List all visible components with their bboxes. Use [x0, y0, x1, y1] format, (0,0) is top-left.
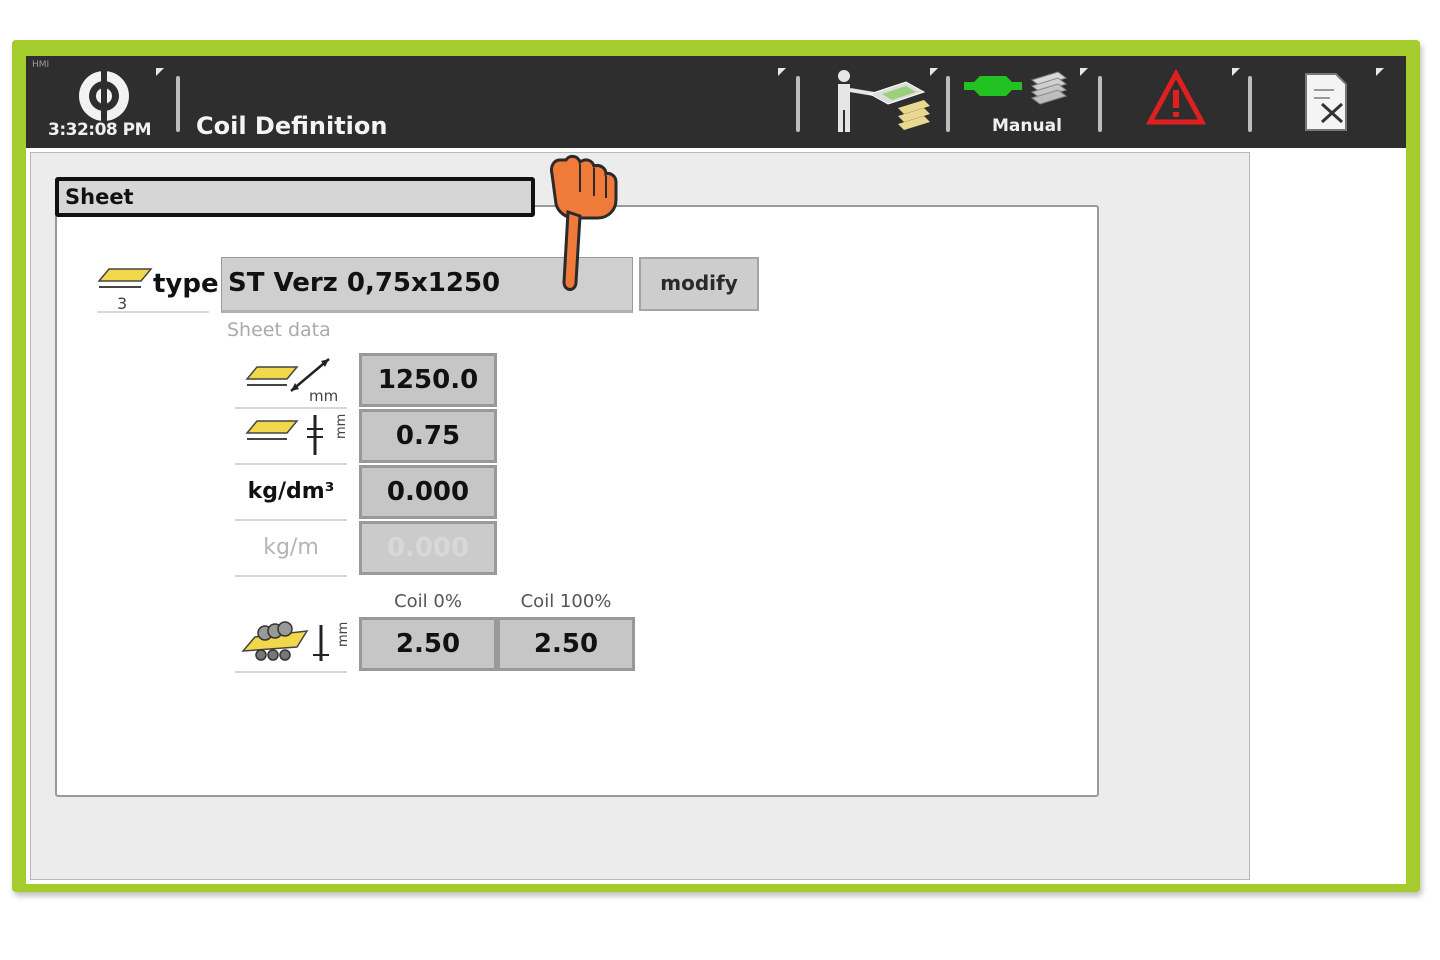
svg-text:mm: mm — [336, 622, 347, 647]
separator — [176, 76, 180, 132]
hmi-screen: HMI 3:32:08 PM Coil Definition Manual Sh… — [26, 56, 1406, 884]
row-divider — [235, 575, 347, 577]
page-title: Coil Definition — [196, 112, 388, 140]
top-bar: HMI 3:32:08 PM Coil Definition Manual — [26, 56, 1406, 148]
manual-mode-label: Manual — [992, 116, 1062, 136]
row-divider — [235, 463, 347, 465]
separator — [1098, 76, 1102, 132]
corner-mark — [156, 68, 164, 76]
clock-time: 3:32:08 PM — [48, 120, 152, 140]
exit-document-icon[interactable] — [1300, 64, 1354, 142]
corner-mark — [778, 68, 786, 76]
svg-text:mm: mm — [334, 414, 347, 439]
coil-100-value[interactable]: 2.50 — [497, 617, 635, 671]
density-unit-label: kg/dm³ — [247, 479, 335, 504]
pointing-hand-icon — [550, 154, 618, 291]
warning-icon[interactable] — [1146, 64, 1206, 142]
sheet-data-label: Sheet data — [227, 319, 331, 341]
weight-per-meter-unit-label: kg/m — [263, 535, 319, 560]
coil-100-header: Coil 100% — [520, 591, 612, 612]
clock-icon[interactable] — [76, 68, 132, 124]
manual-mode-button[interactable]: Manual — [962, 64, 1088, 142]
row-divider — [235, 519, 347, 521]
type-label: type — [153, 269, 219, 299]
sheet-width-value[interactable]: 1250.0 — [359, 353, 497, 407]
corner-mark — [1232, 68, 1240, 76]
sheet-thickness-value[interactable]: 0.75 — [359, 409, 497, 463]
corner-mark — [1376, 68, 1384, 76]
modify-button[interactable]: modify — [639, 257, 759, 311]
weight-per-meter-value: 0.000 — [359, 521, 497, 575]
sheet-type-icon: 3 — [97, 268, 153, 313]
separator — [796, 76, 800, 132]
type-underline — [97, 311, 209, 313]
manual-mode-icon — [964, 71, 1068, 105]
density-value[interactable]: 0.000 — [359, 465, 497, 519]
coil-diameter-icon: mm — [241, 621, 347, 661]
corner-mark — [1080, 68, 1088, 76]
main-panel: Sheet 3 type ST Verz 0,75x1250 modify Sh… — [30, 152, 1250, 880]
row-divider — [235, 671, 347, 673]
coil-0-value[interactable]: 2.50 — [359, 617, 497, 671]
svg-text:mm: mm — [309, 387, 338, 405]
operator-panel-icon[interactable] — [826, 64, 936, 142]
separator — [1248, 76, 1252, 132]
coil-0-header: Coil 0% — [394, 591, 462, 612]
system-label: HMI — [32, 60, 50, 70]
sheet-thickness-icon: mm — [245, 414, 347, 455]
sheet-width-icon: mm — [245, 358, 338, 405]
corner-mark — [930, 68, 938, 76]
sheet-tab[interactable]: Sheet — [55, 177, 535, 217]
separator — [946, 76, 950, 132]
